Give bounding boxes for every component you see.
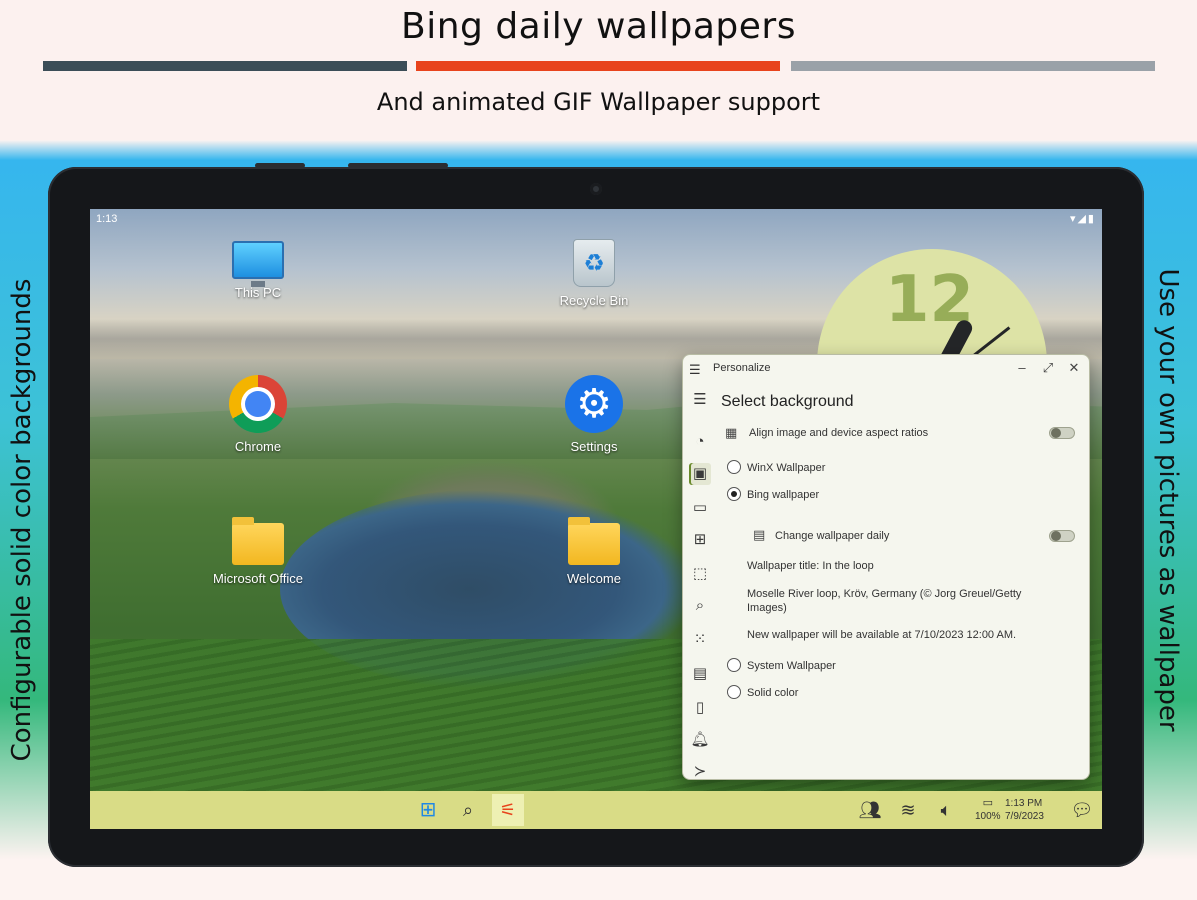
hamburger-menu-icon[interactable]: ☰ bbox=[689, 362, 701, 378]
headline-bar-mid bbox=[416, 61, 780, 71]
status-icons: ▾◢▮ bbox=[1069, 213, 1096, 225]
headline-bar-left bbox=[43, 61, 407, 71]
nav-rail: ☰ ◔ ▣ ▭ ⊞ ⬚ ⌕ ⁙ ▤ ▯ 🔔︎ ≻ bbox=[683, 383, 717, 779]
option-bing-label: Bing wallpaper bbox=[747, 489, 820, 501]
people-icon[interactable]: 👥︎ bbox=[854, 794, 886, 826]
volume-icon[interactable]: 🔈︎ bbox=[930, 794, 962, 826]
desktop-icon-label: Chrome bbox=[234, 439, 282, 454]
radio-solid-color[interactable] bbox=[727, 685, 741, 699]
desktop-icon-recycle-bin[interactable]: ♻ Recycle Bin bbox=[534, 239, 654, 308]
nav-theme-icon[interactable]: ◔ bbox=[689, 431, 711, 453]
window-titlebar[interactable]: ☰ Personalize – ⤢ ✕ bbox=[683, 355, 1089, 383]
tray-date: 7/9/2023 bbox=[1005, 811, 1044, 822]
monitor-icon bbox=[232, 241, 284, 287]
minimize-button[interactable]: – bbox=[1013, 360, 1031, 375]
nav-display-icon[interactable]: ▭ bbox=[689, 497, 711, 519]
nav-device-icon[interactable]: ▯ bbox=[689, 697, 711, 719]
headline-bar-right bbox=[791, 61, 1155, 71]
right-caption: Use your own pictures as wallpaper bbox=[1153, 268, 1183, 732]
nav-windows-icon[interactable]: ⊞ bbox=[689, 529, 711, 551]
align-aspect-toggle[interactable] bbox=[1049, 427, 1075, 439]
option-solid-label: Solid color bbox=[747, 687, 799, 699]
nav-more-icon[interactable]: ≻ bbox=[689, 761, 711, 779]
taskbar-personalize-icon[interactable]: ⚟ bbox=[492, 794, 524, 826]
promo-subheadline: And animated GIF Wallpaper support bbox=[376, 88, 821, 116]
desktop-icon-label: This PC bbox=[234, 285, 282, 300]
desktop-icon-microsoft-office[interactable]: Microsoft Office bbox=[198, 517, 318, 586]
desktop-icon-chrome[interactable]: Chrome bbox=[198, 375, 318, 454]
chrome-icon bbox=[229, 375, 287, 433]
folder-icon bbox=[568, 517, 620, 565]
nav-apps-grid-icon[interactable]: ⁙ bbox=[689, 629, 711, 651]
align-aspect-label: Align image and device aspect ratios bbox=[749, 427, 929, 439]
recycle-bin-icon: ♻ bbox=[573, 239, 615, 287]
wifi-icon[interactable]: ≋ bbox=[892, 794, 924, 826]
maximize-button[interactable]: ⤢ bbox=[1039, 360, 1057, 376]
wallpaper-description-text: Moselle River loop, Kröv, Germany (© Jor… bbox=[747, 588, 1022, 614]
aspect-ratio-icon: ▦ bbox=[725, 425, 738, 440]
next-wallpaper-text: New wallpaper will be available at 7/10/… bbox=[747, 629, 1017, 641]
calendar-icon: ▤ bbox=[753, 527, 766, 542]
gear-icon: ⚙ bbox=[565, 375, 623, 433]
radio-winx-wallpaper[interactable] bbox=[727, 460, 741, 474]
desktop-icon-label: Settings bbox=[570, 439, 618, 454]
taskbar-search-icon[interactable]: ⌕ bbox=[452, 794, 484, 826]
nav-taskbar-icon[interactable]: ▤ bbox=[689, 663, 711, 685]
desktop-icon-welcome[interactable]: Welcome bbox=[534, 517, 654, 586]
battery-icon: ▭ bbox=[982, 797, 993, 809]
wallpaper-title-text: Wallpaper title: In the loop bbox=[747, 560, 874, 572]
battery-percent: 100% bbox=[975, 811, 1001, 822]
nav-bell-icon[interactable]: 🔔︎ bbox=[689, 729, 711, 751]
window-title: Personalize bbox=[713, 362, 771, 374]
left-caption: Configurable solid color backgrounds bbox=[7, 278, 37, 762]
battery-indicator[interactable]: ▭ 100% bbox=[975, 797, 1001, 823]
section-heading: Select background bbox=[721, 393, 854, 410]
radio-bing-wallpaper[interactable] bbox=[727, 487, 741, 501]
change-daily-label: Change wallpaper daily bbox=[775, 530, 890, 542]
option-system-label: System Wallpaper bbox=[747, 660, 836, 672]
desktop-icon-label: Recycle Bin bbox=[559, 293, 629, 308]
close-button[interactable]: ✕ bbox=[1065, 360, 1083, 376]
desktop-icon-label: Welcome bbox=[567, 571, 621, 586]
personalize-window: ☰ Personalize – ⤢ ✕ ☰ ◔ ▣ ▭ ⊞ ⬚ ⌕ ⁙ ▤ ▯ … bbox=[682, 354, 1090, 780]
nav-search-icon[interactable]: ⌕ bbox=[689, 595, 711, 617]
desktop-icon-this-pc[interactable]: This PC bbox=[198, 241, 318, 300]
camera-icon bbox=[590, 183, 602, 195]
nav-menu-icon[interactable]: ☰ bbox=[689, 389, 711, 411]
option-winx-label: WinX Wallpaper bbox=[747, 462, 826, 474]
desktop-icon-label: Microsoft Office bbox=[212, 571, 304, 586]
radio-system-wallpaper[interactable] bbox=[727, 658, 741, 672]
clock-tray[interactable]: 1:13 PM 7/9/2023 bbox=[1005, 797, 1044, 823]
notifications-icon[interactable]: 💬︎ bbox=[1066, 794, 1098, 826]
tablet-screen: 1:13 ▾◢▮ This PC ♻ Recycle Bin Chrome ⚙ … bbox=[90, 209, 1102, 829]
promo-headline: Bing daily wallpapers bbox=[401, 6, 796, 47]
folder-icon bbox=[232, 517, 284, 565]
desktop-icon-settings[interactable]: ⚙ Settings bbox=[534, 375, 654, 454]
tray-time: 1:13 PM bbox=[1005, 798, 1043, 809]
change-daily-toggle[interactable] bbox=[1049, 530, 1075, 542]
status-time: 1:13 bbox=[96, 213, 118, 225]
start-button[interactable]: ⊞ bbox=[412, 794, 444, 826]
nav-screenshot-icon[interactable]: ⬚ bbox=[689, 563, 711, 585]
nav-background-icon[interactable]: ▣ bbox=[689, 463, 711, 485]
taskbar: ⊞ ⌕ ⚟ 👥︎ ≋ 🔈︎ ▭ 100% 1:13 PM 7/9/2023 💬︎ bbox=[90, 791, 1102, 829]
